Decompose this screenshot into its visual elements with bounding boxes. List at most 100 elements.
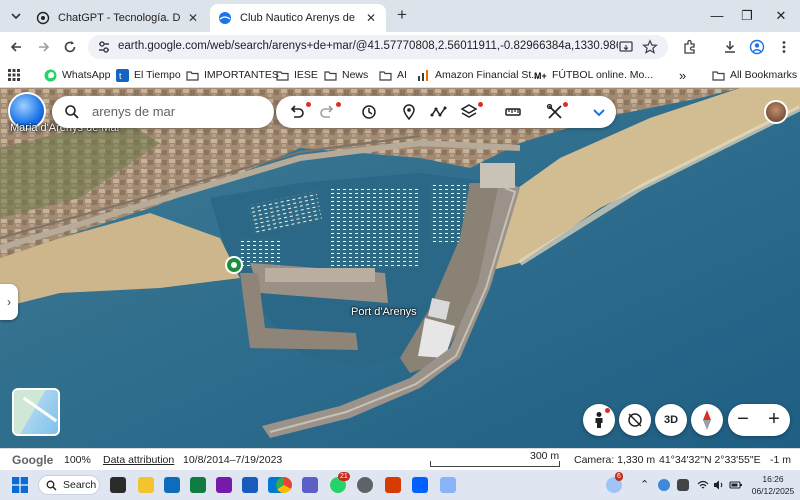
bookmark-whatsapp[interactable]: WhatsApp [44, 68, 110, 82]
new-tab-button[interactable]: + [392, 6, 412, 26]
view-3d-button[interactable]: 3D [655, 404, 687, 436]
tray-overflow-icon[interactable]: ⌃ [640, 478, 649, 491]
onenote-icon[interactable] [216, 477, 232, 493]
forward-button[interactable] [34, 37, 54, 57]
layers-icon[interactable] [460, 103, 478, 121]
chrome-icon[interactable] [276, 477, 292, 493]
more-menu-icon[interactable] [776, 39, 792, 55]
settings-icon[interactable] [357, 477, 373, 493]
search-icon [46, 480, 57, 491]
zoom-level: 100% [64, 454, 91, 466]
whatsapp-icon [44, 69, 57, 81]
onedrive-icon[interactable] [658, 479, 670, 491]
file-explorer-icon[interactable] [138, 477, 154, 493]
windows-start-icon[interactable] [12, 477, 28, 493]
weather-taskbar-icon[interactable]: 6 [606, 472, 623, 493]
url-text: earth.google.com/web/search/arenys+de+ma… [118, 40, 618, 52]
data-attribution-link[interactable]: Data attribution [103, 454, 174, 466]
map-status-bar: Google 100% Data attribution 10/8/2014–7… [0, 448, 800, 470]
bookmark-iese[interactable]: IESE [276, 68, 318, 82]
earth-map-view[interactable]: Maria d'Arenys de Mar arenys de mar › Po… [0, 88, 800, 448]
cursor-coordinates: 41°34'32"N 2°33'55"E [659, 454, 761, 466]
chevron-down-icon[interactable] [590, 103, 608, 121]
minimap[interactable] [12, 388, 60, 436]
site-info-icon[interactable] [96, 39, 112, 55]
place-marker-icon[interactable] [400, 103, 418, 121]
whatsapp-taskbar-icon[interactable]: 21 [330, 472, 350, 493]
avatar[interactable] [764, 100, 788, 124]
bookmark-importantes[interactable]: IMPORTANTES [186, 68, 279, 82]
redo-icon[interactable] [318, 103, 336, 121]
dropbox-icon[interactable] [412, 477, 428, 493]
close-tab-icon[interactable]: ✕ [364, 11, 378, 25]
draw-path-icon[interactable] [430, 103, 448, 121]
teams-icon[interactable] [302, 477, 318, 493]
install-app-icon[interactable] [618, 39, 634, 55]
more-bookmarks-button[interactable]: » [679, 68, 686, 83]
close-window-button[interactable]: ✕ [770, 6, 792, 26]
windows-taskbar: Search 21 6 ⌃ 16:26 06/12/2025 [0, 470, 800, 500]
whatsapp-badge: 21 [338, 472, 350, 481]
tab-chatgpt[interactable]: ChatGPT - Tecnología. Dudas ✕ [28, 4, 208, 32]
address-bar[interactable]: earth.google.com/web/search/arenys+de+ma… [88, 35, 668, 59]
tab-search-button[interactable] [6, 6, 26, 26]
back-button[interactable] [6, 37, 26, 57]
word-icon[interactable] [242, 477, 258, 493]
pegman-button[interactable] [583, 404, 615, 436]
tab-google-earth[interactable]: Club Nautico Arenys de Mar Cl ✕ [210, 4, 386, 32]
bookmark-futbol[interactable]: M+ FÚTBOL online. Mo... [534, 68, 653, 82]
location-pin-icon[interactable] [225, 256, 243, 274]
zoom-out-button[interactable]: − [728, 408, 758, 430]
minimize-button[interactable]: — [706, 6, 728, 26]
map-toolbar [276, 96, 616, 128]
bookmark-label: News [342, 69, 369, 81]
history-icon[interactable] [360, 103, 378, 121]
task-view-icon[interactable] [110, 477, 126, 493]
map-feature-label[interactable]: Port d'Arenys [351, 306, 417, 318]
volume-icon[interactable] [713, 479, 725, 491]
bookmark-label: FÚTBOL online. Mo... [552, 69, 654, 81]
bookmark-amazon-financial[interactable]: Amazon Financial St... [417, 68, 540, 82]
reload-button[interactable] [60, 37, 80, 57]
satellite-imagery[interactable] [0, 88, 800, 448]
bookmark-label: IMPORTANTES [204, 69, 279, 81]
undo-icon[interactable] [288, 103, 306, 121]
wifi-icon[interactable] [697, 479, 709, 491]
folder-icon [186, 70, 199, 81]
bookmark-label: All Bookmarks [730, 69, 798, 81]
bookmark-el-tiempo[interactable]: t El Tiempo [116, 68, 181, 82]
star-icon[interactable] [642, 39, 658, 55]
bookmark-all[interactable]: All Bookmarks [712, 68, 797, 82]
bookmarks-bar: WhatsApp t El Tiempo IMPORTANTES IESE Ne… [0, 62, 800, 88]
search-box[interactable]: arenys de mar [52, 96, 274, 128]
taskbar-search[interactable]: Search [38, 475, 100, 495]
tray-app-icon[interactable] [677, 479, 689, 491]
system-clock[interactable]: 16:26 06/12/2025 [750, 473, 796, 497]
folder-icon [324, 70, 337, 81]
photos-icon[interactable] [440, 477, 456, 493]
outlook-icon[interactable] [164, 477, 180, 493]
arrow-right-icon [39, 42, 50, 52]
folder-icon [276, 70, 289, 81]
clock-time: 16:26 [762, 474, 784, 484]
measure-icon[interactable] [504, 103, 522, 121]
tools-icon[interactable] [546, 103, 564, 121]
extensions-icon[interactable] [682, 39, 698, 55]
bookmark-ai[interactable]: AI [379, 68, 407, 82]
close-tab-icon[interactable]: ✕ [186, 11, 200, 25]
battery-icon[interactable] [729, 479, 743, 491]
bookmark-news[interactable]: News [324, 68, 368, 82]
orbit-icon [628, 413, 642, 427]
side-panel-toggle[interactable]: › [0, 284, 18, 320]
excel-icon[interactable] [190, 477, 206, 493]
orbit-button[interactable] [619, 404, 651, 436]
snipping-tool-icon[interactable] [385, 477, 401, 493]
apps-grid-icon[interactable] [8, 69, 20, 81]
restore-button[interactable]: ❐ [736, 6, 758, 26]
search-input[interactable]: arenys de mar [92, 104, 175, 119]
compass-button[interactable] [691, 404, 723, 436]
chart-icon [418, 69, 428, 81]
profile-icon[interactable] [749, 39, 765, 55]
download-icon[interactable] [722, 39, 738, 55]
zoom-in-button[interactable]: + [759, 408, 789, 430]
